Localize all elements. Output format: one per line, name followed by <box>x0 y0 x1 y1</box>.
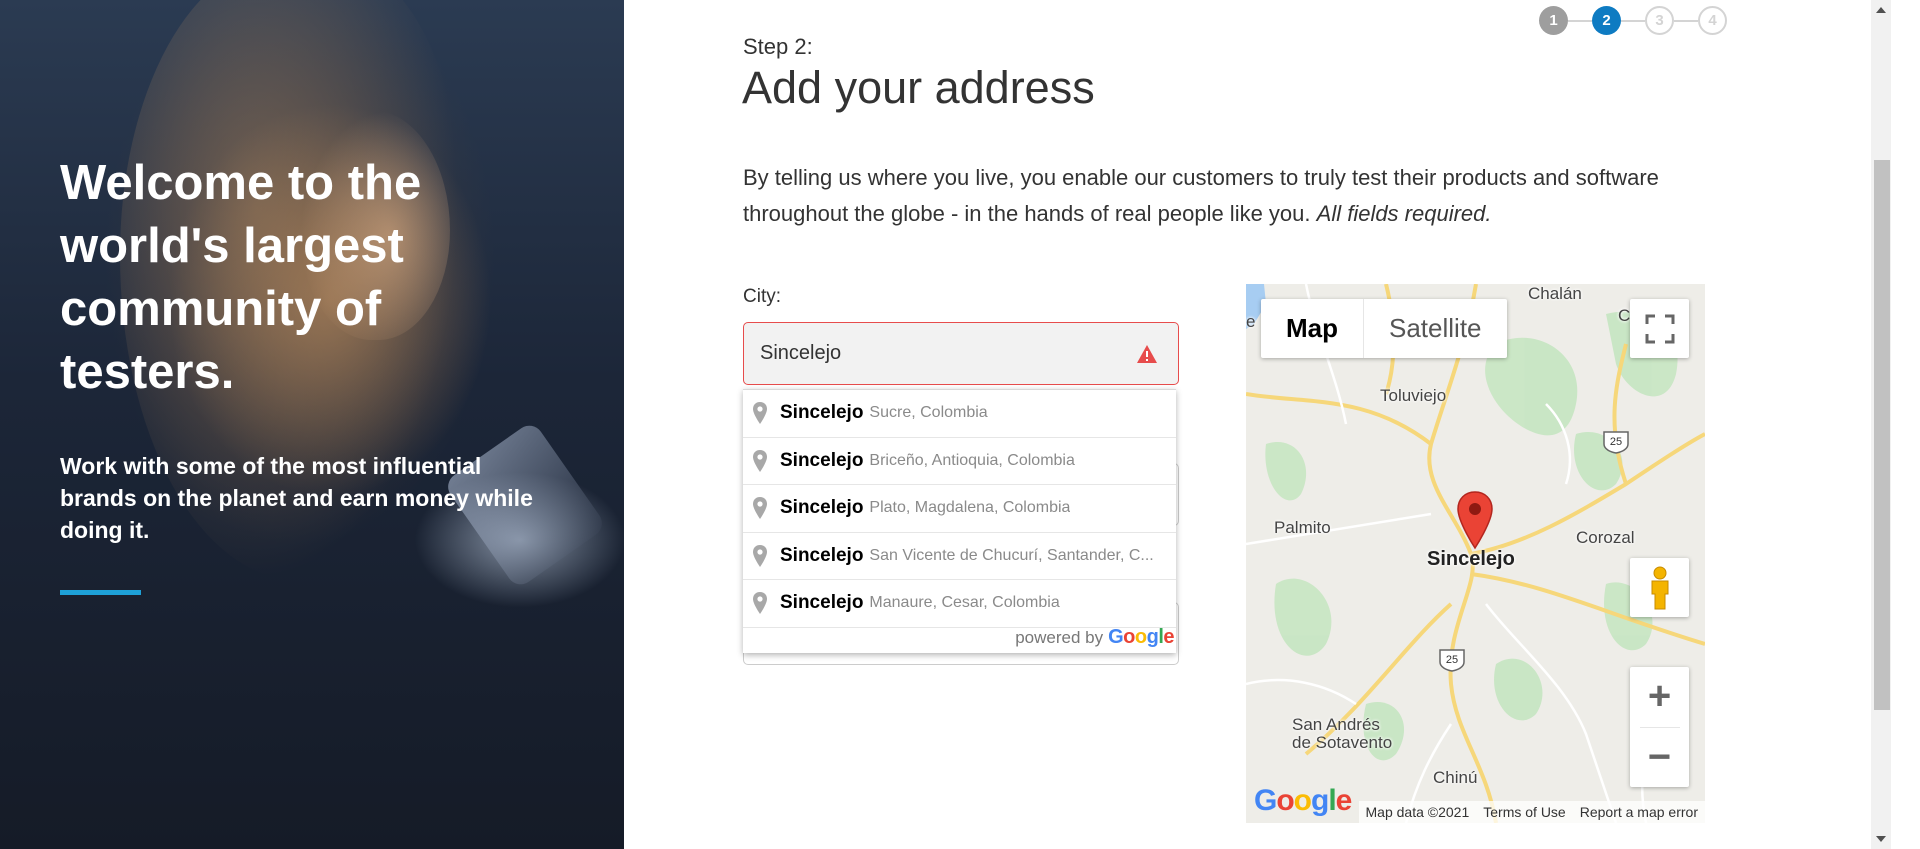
map-label-sincelejo: Sincelejo <box>1427 548 1515 570</box>
step-4-indicator: 4 <box>1698 6 1727 35</box>
hero-title: Welcome to the world's largest community… <box>60 156 422 399</box>
suggestion-main: Sincelejo <box>780 402 864 424</box>
google-logo[interactable]: Google <box>1254 784 1352 818</box>
scroll-up-arrow-icon[interactable] <box>1876 7 1886 13</box>
zoom-in-button[interactable]: + <box>1630 667 1689 727</box>
report-map-error-link[interactable]: Report a map error <box>1573 804 1705 820</box>
intro-body: By telling us where you live, you enable… <box>743 165 1659 226</box>
page-title: Add your address <box>742 62 1095 113</box>
map-label-de-sotavento: de Sotavento <box>1292 733 1393 752</box>
map-label-corozal: Corozal <box>1576 528 1635 547</box>
city-autocomplete-dropdown: Sincelejo Sucre, Colombia Sincelejo Bric… <box>743 389 1176 653</box>
step-label: Step 2: <box>743 34 813 59</box>
suggestion-item[interactable]: Sincelejo San Vicente de Chucurí, Santan… <box>743 533 1176 580</box>
hero-accent-bar <box>60 590 141 595</box>
pegman-icon <box>1651 566 1668 609</box>
zoom-control: + − <box>1630 667 1689 787</box>
step-connector <box>1674 19 1698 22</box>
suggestion-item[interactable]: Sincelejo Briceño, Antioquia, Colombia <box>743 438 1176 485</box>
suggestion-secondary: Plato, Magdalena, Colombia <box>869 499 1071 517</box>
step-2-indicator: 2 <box>1592 6 1621 35</box>
suggestion-secondary: San Vicente de Chucurí, Santander, C... <box>869 546 1154 564</box>
location-pin-icon <box>753 497 767 520</box>
map-label-chalan: Chalán <box>1528 284 1582 303</box>
highway-shield-icon: 25 <box>1603 431 1629 454</box>
city-field <box>743 322 1179 385</box>
zoom-out-button[interactable]: − <box>1630 727 1689 787</box>
terms-of-use-link[interactable]: Terms of Use <box>1476 804 1572 820</box>
location-pin-icon <box>753 544 767 567</box>
map-label-edge: C <box>1618 306 1631 325</box>
map-type-satellite-button[interactable]: Satellite <box>1364 299 1507 358</box>
suggestion-item[interactable]: Sincelejo Plato, Magdalena, Colombia <box>743 485 1176 533</box>
city-input[interactable] <box>760 323 1120 383</box>
map-label-toluviejo: Toluviejo <box>1380 386 1447 405</box>
map-label-san-andres: San Andrés <box>1292 715 1380 734</box>
step-1-indicator: 1 <box>1539 6 1568 35</box>
suggestion-item[interactable]: Sincelejo Sucre, Colombia <box>743 390 1176 438</box>
highway-shield-icon: 25 <box>1439 649 1465 672</box>
suggestion-main: Sincelejo <box>780 449 864 471</box>
warning-icon <box>1137 345 1157 363</box>
hero-subtitle: Work with some of the most influential b… <box>60 453 533 543</box>
suggestion-main: Sincelejo <box>780 497 864 519</box>
google-wordmark: Google <box>1108 626 1174 648</box>
fullscreen-button[interactable] <box>1630 299 1689 358</box>
suggestion-item[interactable]: Sincelejo Manaure, Cesar, Colombia <box>743 580 1176 628</box>
street-view-button[interactable] <box>1630 558 1689 617</box>
location-pin-icon <box>753 592 767 615</box>
progress-stepper: 1 2 3 4 <box>1539 6 1727 35</box>
map-attribution: Map data ©2021 Terms of Use Report a map… <box>1358 801 1705 823</box>
page-scrollbar[interactable] <box>1871 0 1891 849</box>
scroll-down-arrow-icon[interactable] <box>1876 836 1886 842</box>
highway-number: 25 <box>1610 436 1622 448</box>
map-type-control: Map Satellite <box>1261 299 1507 358</box>
step-connector <box>1568 19 1592 22</box>
map-data-text: Map data ©2021 <box>1365 804 1470 820</box>
suggestion-secondary: Sucre, Colombia <box>869 404 988 422</box>
suggestion-secondary: Manaure, Cesar, Colombia <box>869 594 1060 612</box>
suggestion-main: Sincelejo <box>780 544 864 566</box>
map-label-chinu: Chinú <box>1433 768 1478 787</box>
powered-by-google: powered by Google <box>1015 626 1174 649</box>
highway-number: 25 <box>1446 654 1458 666</box>
step-3-indicator: 3 <box>1645 6 1674 35</box>
page: Welcome to the world's largest community… <box>0 0 1920 849</box>
intro-emphasis: All fields required. <box>1316 201 1492 226</box>
location-map[interactable]: Chalán Toluviejo Palmito Corozal Sincele… <box>1246 284 1705 823</box>
hero-panel: Welcome to the world's largest community… <box>0 0 624 849</box>
map-marker-icon[interactable] <box>1455 490 1495 550</box>
intro-text: By telling us where you live, you enable… <box>743 160 1703 232</box>
location-pin-icon <box>753 449 767 472</box>
location-pin-icon <box>753 402 767 425</box>
step-connector <box>1621 19 1645 22</box>
city-label: City: <box>743 286 781 307</box>
powered-by-text: powered by <box>1015 627 1104 647</box>
map-label-edge: e <box>1246 312 1256 331</box>
suggestion-main: Sincelejo <box>780 592 864 614</box>
map-label-palmito: Palmito <box>1274 518 1331 537</box>
scroll-thumb[interactable] <box>1874 160 1890 710</box>
suggestion-secondary: Briceño, Antioquia, Colombia <box>869 451 1075 469</box>
map-type-map-button[interactable]: Map <box>1261 299 1364 358</box>
fullscreen-icon <box>1645 314 1674 343</box>
